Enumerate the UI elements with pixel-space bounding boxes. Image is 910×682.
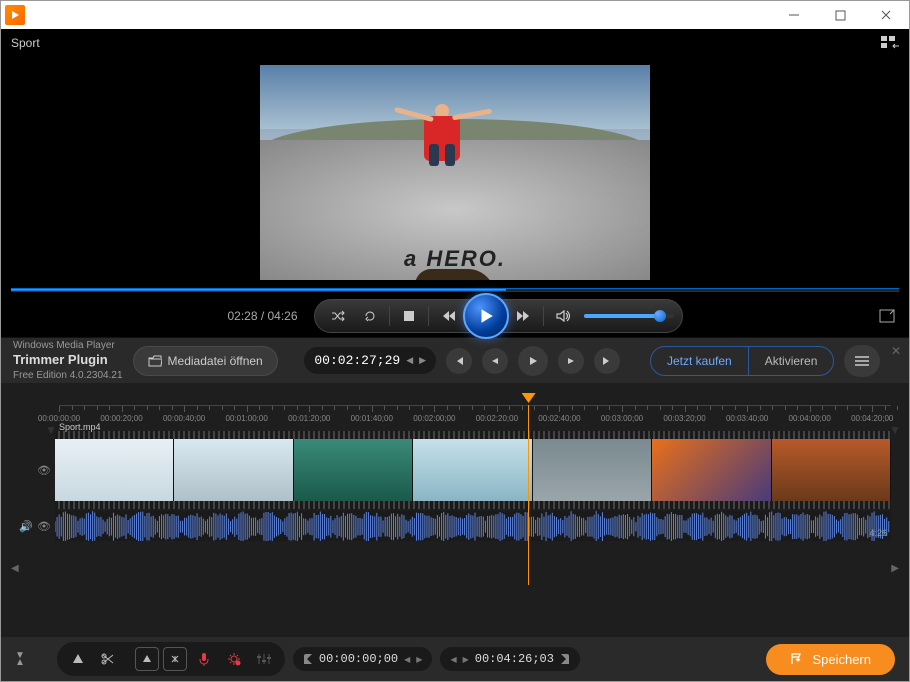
out-step-right[interactable]: ▶ — [463, 655, 469, 664]
timecode-display: 00:02:27;29 ◀ ▶ — [304, 347, 436, 374]
playhead-marker[interactable] — [522, 391, 536, 405]
window-close-button[interactable] — [863, 1, 909, 29]
out-point-box: ◀ ▶ 00:04:26;03 — [440, 647, 580, 671]
progress-bar[interactable] — [11, 288, 899, 292]
plugin-close-button[interactable]: ✕ — [891, 344, 901, 358]
stop-button[interactable] — [394, 303, 424, 329]
video-visibility-icon[interactable]: 👁 — [37, 464, 51, 477]
filter-out-icon[interactable] — [163, 647, 187, 671]
timecode-step-right[interactable]: ▶ — [419, 355, 426, 366]
progress-fill — [11, 289, 506, 291]
step-back-button[interactable] — [446, 348, 472, 374]
audio-track[interactable]: 4:26 — [55, 511, 891, 541]
plugin-name: Trimmer Plugin — [13, 352, 123, 369]
time-ruler[interactable]: 00:00:00;0000:00:20;0000:00:40;0000:01:0… — [59, 405, 891, 415]
ruler-label: 00:03:40;00 — [726, 414, 768, 423]
shuffle-button[interactable] — [323, 303, 353, 329]
ruler-label: 00:03:00;00 — [601, 414, 643, 423]
activate-button[interactable]: Aktivieren — [749, 347, 834, 375]
fullscreen-button[interactable] — [879, 309, 895, 323]
time-display: 02:28 / 04:26 — [227, 309, 297, 323]
waveform — [55, 511, 891, 541]
frame-back-button[interactable] — [482, 348, 508, 374]
ruler-label: 00:00:20;00 — [100, 414, 142, 423]
audio-visibility-icon[interactable]: 👁 — [37, 520, 51, 533]
ruler-label: 00:01:00;00 — [226, 414, 268, 423]
window-titlebar — [1, 1, 909, 29]
prev-track-button[interactable] — [433, 303, 463, 329]
video-track[interactable]: ▼ ▼ Sport.mp4 — [55, 431, 891, 509]
next-track-button[interactable] — [509, 303, 539, 329]
ruler-label: 00:04:00;00 — [789, 414, 831, 423]
clip-start-handle[interactable]: ▼ — [45, 423, 57, 437]
volume-slider[interactable] — [584, 314, 674, 318]
ruler-label: 00:02:00;00 — [413, 414, 455, 423]
bottom-toolbar: ▼▲ 00:00:00;00 ◀ ▶ ◀ ▶ 00:04:26;03 Speic… — [1, 637, 909, 681]
ruler-label: 00:04:20;00 — [851, 414, 893, 423]
out-step-left[interactable]: ◀ — [450, 655, 456, 664]
out-point-icon[interactable] — [560, 653, 570, 665]
app-icon — [5, 5, 25, 25]
ruler-label: 00:03:20;00 — [663, 414, 705, 423]
purchase-actions: Jetzt kaufen Aktivieren — [650, 346, 834, 376]
ruler-label: 00:02:20;00 — [476, 414, 518, 423]
switch-layout-icon[interactable] — [881, 36, 899, 50]
plugin-header: ✕ Windows Media Player Trimmer Plugin Fr… — [1, 337, 909, 383]
in-step-left[interactable]: ◀ — [404, 655, 410, 664]
step-forward-button[interactable] — [594, 348, 620, 374]
clip-name-label: Sport.mp4 — [59, 422, 101, 432]
in-timecode: 00:00:00;00 — [319, 652, 398, 666]
timeline-scroll-right[interactable]: ▶ — [891, 563, 899, 577]
save-button[interactable]: Speichern — [766, 644, 895, 675]
play-button[interactable] — [463, 293, 509, 339]
settings-gear-icon[interactable] — [221, 646, 247, 672]
open-media-label: Mediadatei öffnen — [168, 354, 263, 368]
mute-button[interactable] — [548, 303, 578, 329]
player-control-bar — [314, 299, 683, 333]
hero-text: a HERO. — [404, 246, 506, 272]
timecode-step-left[interactable]: ◀ — [406, 355, 413, 366]
media-title: Sport — [11, 36, 881, 50]
in-step-right[interactable]: ▶ — [416, 655, 422, 664]
buy-button[interactable]: Jetzt kaufen — [651, 347, 749, 375]
video-frame[interactable]: a HERO. — [260, 65, 650, 280]
in-point-box: 00:00:00;00 ◀ ▶ — [293, 647, 433, 671]
cut-tool-icon[interactable] — [95, 646, 121, 672]
open-media-button[interactable]: Mediadatei öffnen — [133, 346, 278, 376]
plugin-parent: Windows Media Player — [13, 339, 123, 352]
collapse-toggle[interactable]: ▼▲ — [15, 652, 25, 666]
in-point-icon[interactable] — [303, 653, 313, 665]
repeat-button[interactable] — [355, 303, 385, 329]
out-timecode: 00:04:26;03 — [475, 652, 554, 666]
current-timecode: 00:02:27;29 — [314, 353, 400, 368]
levels-icon[interactable] — [251, 646, 277, 672]
video-preview: a HERO. 02:28 / 04:26 — [1, 57, 909, 337]
playhead-line — [528, 405, 529, 585]
menu-button[interactable] — [844, 345, 880, 377]
filter-in-icon[interactable] — [135, 647, 159, 671]
audio-mute-icon[interactable]: 🔊 — [19, 520, 33, 533]
save-label: Speichern — [812, 652, 871, 667]
timeline: 00:00:00;0000:00:20;0000:00:40;0000:01:0… — [1, 383, 909, 637]
plugin-play-button[interactable] — [518, 346, 548, 376]
marker-tool-icon[interactable] — [65, 646, 91, 672]
ruler-label: 00:02:40;00 — [538, 414, 580, 423]
frame-forward-button[interactable] — [558, 348, 584, 374]
window-maximize-button[interactable] — [817, 1, 863, 29]
plugin-edition: Free Edition 4.0.2304.21 — [13, 369, 123, 382]
window-minimize-button[interactable] — [771, 1, 817, 29]
ruler-label: 00:01:20;00 — [288, 414, 330, 423]
duration-label: 4:26 — [869, 528, 887, 538]
clip-end-handle[interactable]: ▼ — [889, 423, 901, 437]
ruler-label: 00:01:40;00 — [351, 414, 393, 423]
ruler-label: 00:00:40;00 — [163, 414, 205, 423]
plugin-info: Windows Media Player Trimmer Plugin Free… — [13, 339, 123, 382]
media-header: Sport — [1, 29, 909, 57]
timeline-scroll-left[interactable]: ◀ — [11, 563, 19, 577]
record-icon[interactable] — [191, 646, 217, 672]
